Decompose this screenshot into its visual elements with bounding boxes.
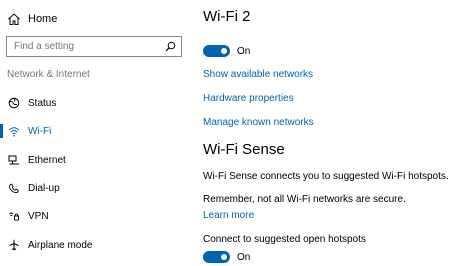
security-warning-text: Remember, not all Wi-Fi networks are sec… [203, 194, 406, 205]
sidebar-item-label: Dial-up [28, 182, 60, 194]
sidebar: Home Network & Internet Status [0, 0, 192, 266]
wifi-sense-heading: Wi-Fi Sense [203, 141, 285, 158]
sidebar-item-vpn[interactable]: VPN [0, 205, 192, 227]
connect-hotspots-toggle-state: On [237, 251, 251, 263]
sidebar-item-wifi[interactable]: Wi-Fi [0, 120, 192, 142]
home-icon [8, 13, 20, 25]
connect-hotspots-label: Connect to suggested open hotspots [203, 234, 366, 245]
connect-hotspots-toggle-row: On [203, 249, 250, 265]
section-label: Network & Internet [7, 69, 90, 80]
globe-icon [8, 97, 20, 109]
wifi-icon [8, 127, 20, 137]
vpn-icon [9, 212, 19, 221]
page-title: Wi-Fi 2 [203, 8, 251, 25]
sidebar-item-airplane-mode[interactable]: Airplane mode [0, 234, 192, 256]
settings-window: Home Network & Internet Status [0, 0, 474, 266]
search-input[interactable] [7, 37, 164, 56]
sidebar-item-label: Status [28, 97, 57, 109]
learn-more-link[interactable]: Learn more [203, 210, 254, 221]
home-nav-item[interactable]: Home [7, 9, 57, 29]
manage-known-networks-link[interactable]: Manage known networks [203, 117, 314, 128]
wifi-toggle-row: On [203, 43, 250, 59]
ethernet-icon [8, 155, 19, 165]
toggle-knob [221, 48, 227, 54]
wifi-toggle[interactable] [203, 45, 230, 57]
sidebar-item-label: Wi-Fi [28, 125, 52, 137]
sidebar-item-label: Airplane mode [28, 239, 93, 251]
search-icon[interactable] [165, 41, 176, 52]
dialup-icon [9, 183, 19, 194]
search-box [6, 36, 182, 57]
sidebar-item-label: VPN [28, 210, 49, 222]
sidebar-item-ethernet[interactable]: Ethernet [0, 149, 192, 171]
sidebar-item-dialup[interactable]: Dial-up [0, 177, 192, 199]
show-available-networks-link[interactable]: Show available networks [203, 69, 313, 80]
sidebar-item-label: Ethernet [28, 154, 66, 166]
airplane-icon [9, 239, 19, 251]
toggle-knob [221, 254, 227, 260]
wifi-toggle-state: On [237, 45, 251, 57]
hardware-properties-link[interactable]: Hardware properties [203, 93, 294, 104]
selection-indicator [0, 124, 3, 138]
connect-hotspots-toggle[interactable] [203, 251, 230, 263]
sidebar-item-status[interactable]: Status [0, 92, 192, 114]
main-content: Wi-Fi 2 On Show available networks Hardw… [192, 0, 474, 266]
wifi-sense-description: Wi-Fi Sense connects you to suggested Wi… [203, 171, 449, 182]
home-label: Home [28, 13, 58, 25]
